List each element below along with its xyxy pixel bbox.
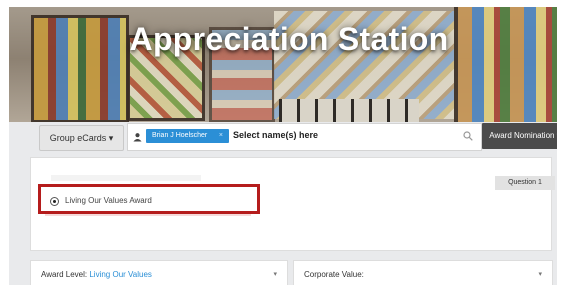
corporate-value-select[interactable]: Corporate Value: ▾ bbox=[293, 260, 553, 285]
toolbar: Group eCards ▾ Brian J Hoelscher × Selec… bbox=[27, 117, 557, 151]
chip-remove-icon[interactable]: × bbox=[219, 129, 223, 143]
award-option-label: Living Our Values Award bbox=[65, 196, 152, 205]
award-level-value: Living Our Values bbox=[89, 270, 152, 279]
question-tab[interactable]: Question 1 bbox=[495, 176, 555, 190]
hero-banner: Appreciation Station bbox=[9, 7, 557, 122]
chevron-down-icon: ▾ bbox=[273, 271, 277, 278]
award-level-select[interactable]: Award Level: Living Our Values ▾ bbox=[30, 260, 288, 285]
user-icon bbox=[133, 133, 142, 142]
award-nomination-button[interactable]: Award Nomination ▾ bbox=[482, 123, 557, 149]
recipient-search-input[interactable]: Brian J Hoelscher × Select name(s) here bbox=[127, 123, 482, 151]
award-option-living-our-values[interactable]: Living Our Values Award bbox=[38, 184, 260, 214]
award-fields: Award Level: Living Our Values ▾ Corpora… bbox=[27, 260, 557, 285]
corporate-value-label: Corporate Value: bbox=[304, 270, 364, 279]
radio-button-selected[interactable] bbox=[50, 197, 59, 206]
app-frame: Appreciation Station Group eCards ▾ Bria… bbox=[9, 7, 557, 285]
question-panel: Question 1 Living Our Values Award bbox=[30, 157, 555, 251]
page-title: Appreciation Station bbox=[129, 21, 449, 57]
chevron-down-icon: ▾ bbox=[538, 271, 542, 278]
award-level-label-text: Award Level: bbox=[41, 270, 88, 279]
stained-glass-window bbox=[31, 15, 129, 122]
faded-question-text bbox=[51, 175, 201, 181]
search-placeholder: Select name(s) here bbox=[233, 130, 319, 140]
stained-glass-window bbox=[454, 7, 557, 122]
search-icon[interactable] bbox=[463, 131, 473, 141]
group-ecards-button[interactable]: Group eCards ▾ bbox=[39, 125, 124, 151]
recipient-chip[interactable]: Brian J Hoelscher × bbox=[146, 129, 229, 143]
award-level-label: Award Level: Living Our Values bbox=[41, 270, 152, 279]
recipient-chip-label: Brian J Hoelscher bbox=[152, 132, 208, 139]
